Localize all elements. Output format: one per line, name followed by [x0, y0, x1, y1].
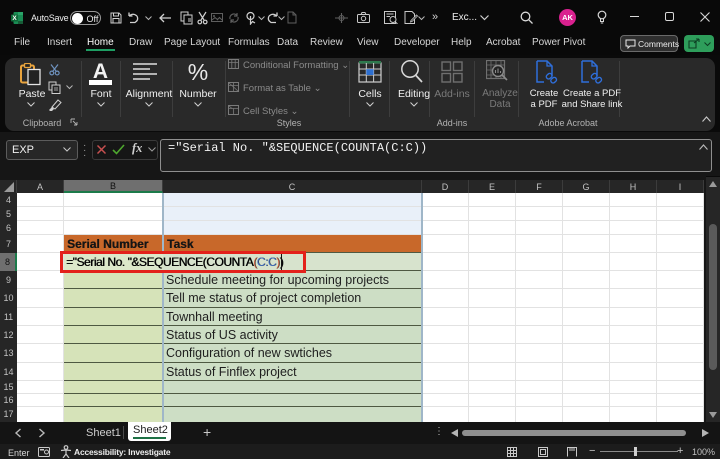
svg-text:X: X: [12, 15, 17, 22]
